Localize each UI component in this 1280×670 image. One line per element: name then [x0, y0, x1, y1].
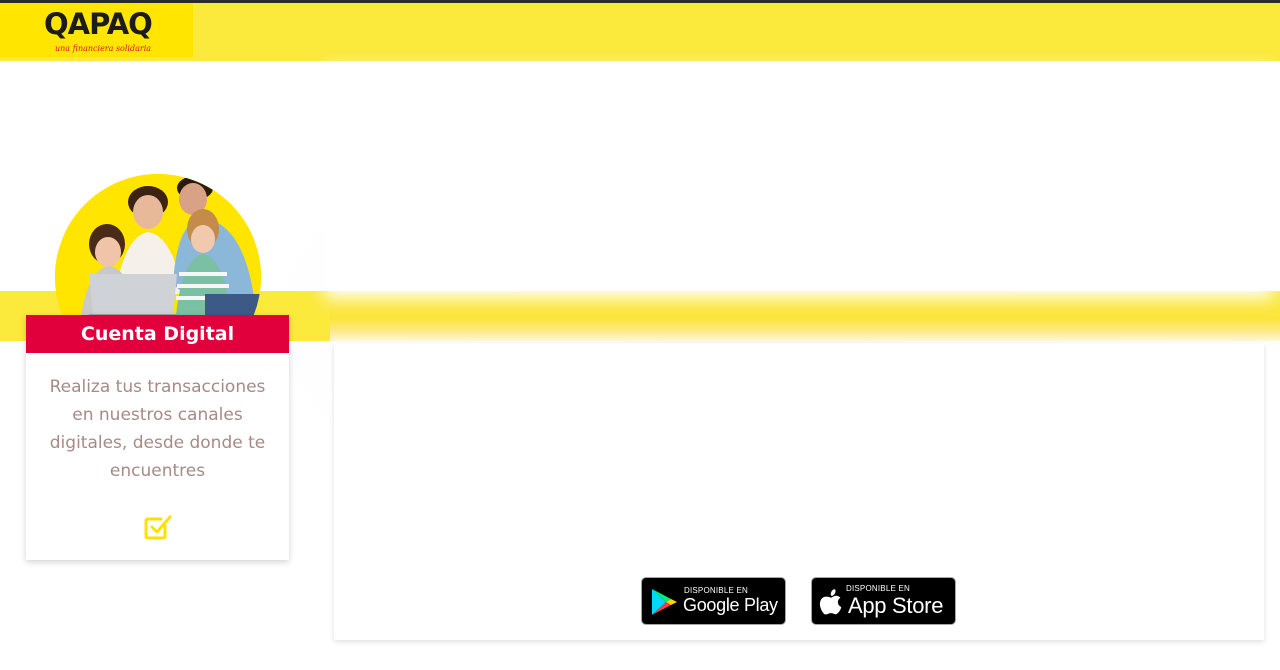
- brand-logo[interactable]: QAPAQ una financiera solidaria: [0, 3, 193, 57]
- content-panel-top: [334, 77, 1264, 289]
- content-panel: [334, 343, 1264, 640]
- card-description: Realiza tus transacciones en nuestros ca…: [49, 377, 266, 481]
- cuenta-digital-card[interactable]: Cuenta Digital Realiza tus transacciones…: [26, 315, 289, 560]
- google-play-icon: [652, 589, 677, 615]
- brand-name: QAPAQ: [44, 7, 153, 41]
- google-badge-big-text: Google Play: [683, 595, 778, 615]
- apple-badge-small-text: DISPONIBLE EN: [846, 584, 910, 593]
- google-badge-small-text: DISPONIBLE EN: [684, 586, 748, 595]
- apple-badge-big-text: App Store: [848, 593, 944, 618]
- check-square-icon[interactable]: [143, 512, 173, 542]
- google-play-badge[interactable]: DISPONIBLE EN Google Play: [641, 577, 786, 625]
- apple-icon: [819, 589, 842, 615]
- brand-tagline: una financiera solidaria: [55, 44, 152, 53]
- app-store-badge[interactable]: DISPONIBLE EN App Store: [811, 577, 956, 625]
- card-title: Cuenta Digital: [26, 315, 289, 353]
